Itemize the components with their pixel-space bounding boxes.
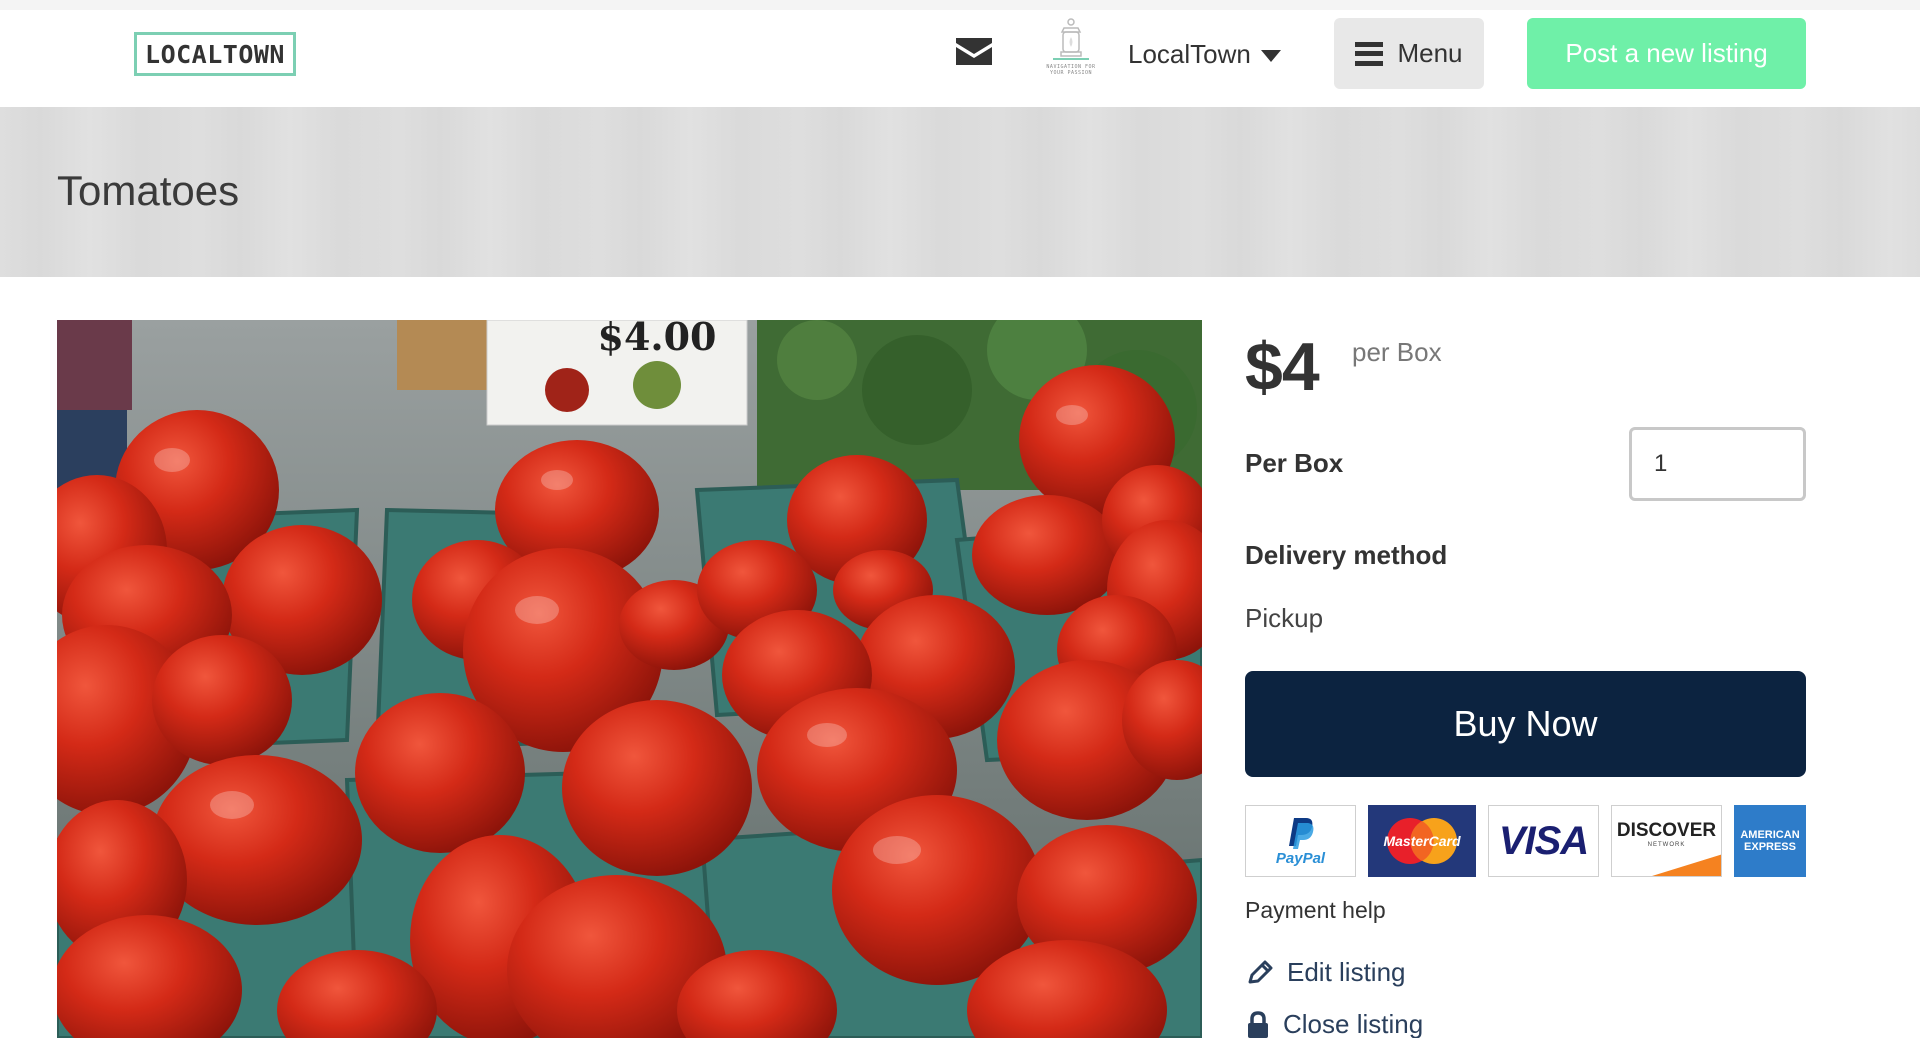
listing-image[interactable]: $4.00: [57, 320, 1202, 1038]
org-avatar[interactable]: NAVIGATION FOR YOUR PASSION: [1034, 18, 1108, 86]
sign-price: $4.00: [598, 320, 717, 359]
hamburger-icon: [1355, 41, 1384, 66]
buy-now-button[interactable]: Buy Now: [1245, 671, 1806, 777]
caret-down-icon: [1260, 49, 1281, 62]
lock-icon: [1248, 1010, 1268, 1038]
menu-button[interactable]: Menu: [1334, 18, 1484, 89]
visa-logo: VISA: [1488, 805, 1599, 877]
close-listing-label: Close listing: [1283, 1009, 1424, 1038]
price-unit: per Box: [1352, 337, 1442, 367]
edit-listing-label: Edit listing: [1287, 957, 1406, 987]
org-dropdown[interactable]: LocalTown: [1128, 36, 1281, 72]
org-tagline: NAVIGATION FOR YOUR PASSION: [1046, 64, 1096, 76]
close-listing-link[interactable]: Close listing: [1245, 1009, 1423, 1038]
quantity-label: Per Box: [1245, 448, 1344, 478]
tomatoes-photo: $4.00: [57, 320, 1202, 1038]
logo-text: LOCALTOWN: [145, 39, 285, 69]
svg-text:MasterCard: MasterCard: [1383, 833, 1460, 849]
org-name: LocalTown: [1128, 38, 1251, 69]
amex-logo: AMERICAN EXPRESS: [1734, 805, 1806, 877]
edit-listing-link[interactable]: Edit listing: [1245, 957, 1406, 988]
delivery-method-label: Delivery method: [1245, 540, 1448, 570]
menu-label: Menu: [1397, 38, 1463, 68]
top-bar: LOCALTOWN NAVIGATION FOR YOUR PASSION Lo…: [0, 0, 1920, 107]
payment-help-link[interactable]: Payment help: [1245, 897, 1386, 924]
page-title: Tomatoes: [57, 167, 240, 214]
post-listing-label: Post a new listing: [1565, 38, 1768, 68]
discover-logo: DISCOVER NETWORK: [1611, 805, 1722, 877]
mastercard-icon: MasterCard: [1383, 818, 1461, 864]
paypal-logo: PayPal: [1245, 805, 1356, 877]
discover-stripe: [1652, 854, 1721, 876]
pencil-icon: [1248, 960, 1273, 983]
delivery-method-value: Pickup: [1245, 603, 1324, 633]
lantern-icon: [1053, 18, 1089, 60]
payment-methods: PayPal MasterCard VISA DISCOVER NETWORK …: [1245, 805, 1806, 877]
localtown-logo[interactable]: LOCALTOWN: [134, 32, 296, 76]
quantity-input[interactable]: [1629, 427, 1806, 501]
envelope-icon[interactable]: [954, 35, 994, 67]
title-band: Tomatoes: [0, 107, 1920, 277]
post-listing-button[interactable]: Post a new listing: [1527, 18, 1806, 89]
listing-price: $4: [1245, 329, 1320, 405]
paypal-icon: [1288, 817, 1313, 849]
buy-now-label: Buy Now: [1453, 703, 1598, 744]
mastercard-logo: MasterCard: [1368, 805, 1476, 877]
